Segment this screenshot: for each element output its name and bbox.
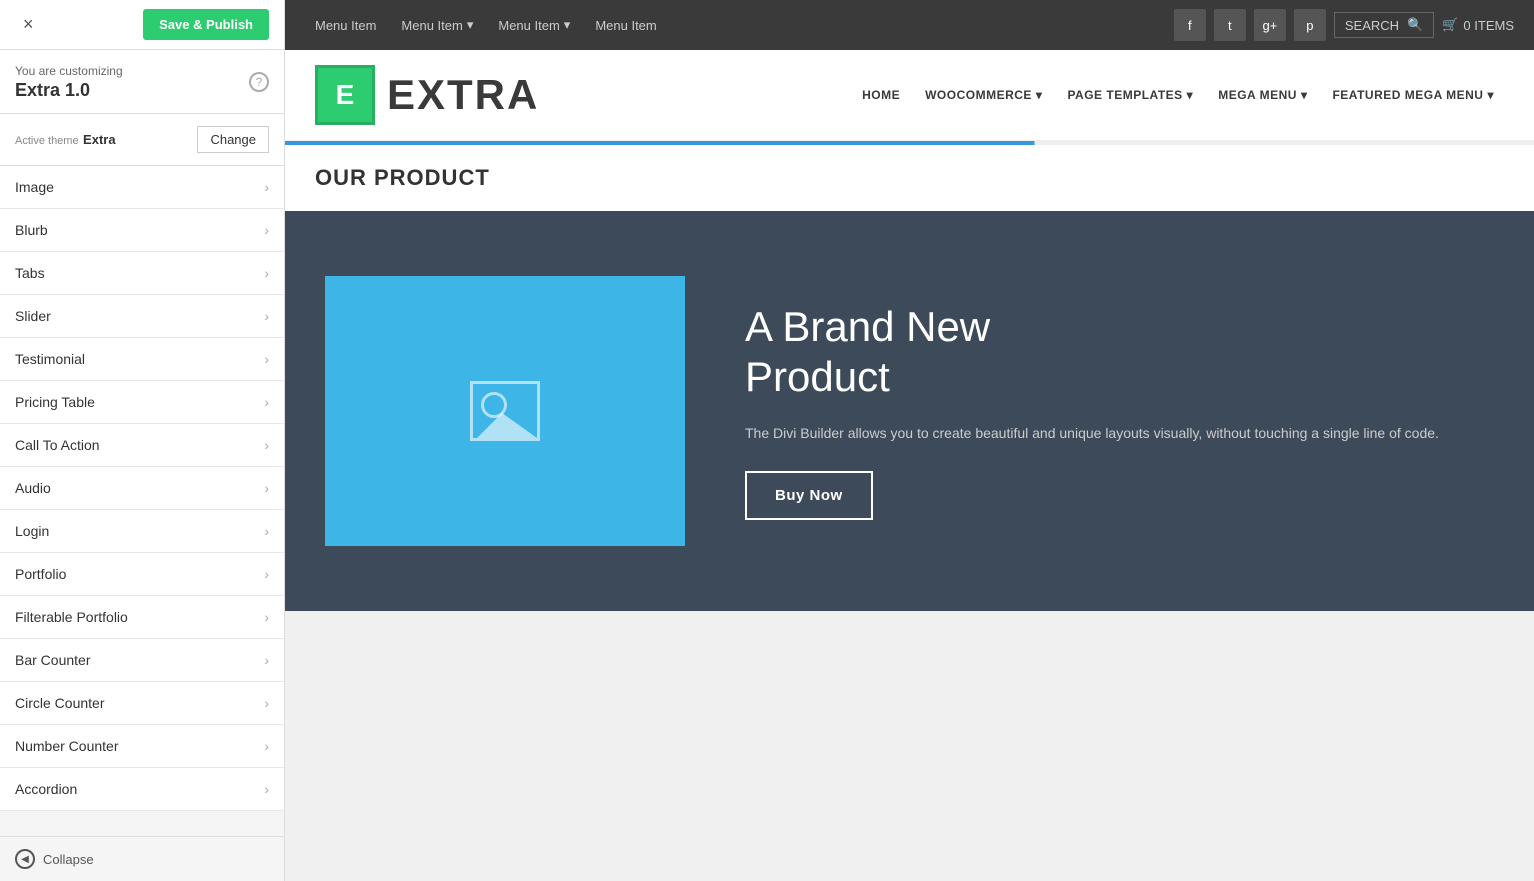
twitter-icon[interactable]: t: [1214, 9, 1246, 41]
main-nav-home[interactable]: HOME: [852, 83, 910, 107]
cart-label: 0 ITEMS: [1463, 18, 1514, 33]
sidebar-item-testimonial[interactable]: Testimonial›: [0, 338, 284, 381]
top-nav-right: f t g+ p SEARCH 🔍 🛒 0 ITEMS: [1174, 9, 1514, 41]
chevron-icon: ›: [264, 265, 269, 281]
logo-letter: E: [336, 79, 355, 111]
sidebar-item-blurb[interactable]: Blurb›: [0, 209, 284, 252]
logo-icon: E: [315, 65, 375, 125]
active-theme-value: Extra: [83, 132, 116, 147]
customizing-section: You are customizing Extra 1.0 ?: [0, 50, 284, 114]
product-description: The Divi Builder allows you to create be…: [745, 422, 1439, 446]
facebook-icon[interactable]: f: [1174, 9, 1206, 41]
chevron-icon: ›: [264, 351, 269, 367]
main-nav-featured-mega-menu[interactable]: FEATURED MEGA MENU ▾: [1322, 83, 1504, 107]
customizing-label: You are customizing: [15, 64, 123, 78]
sidebar-item-filterable-portfolio[interactable]: Filterable Portfolio›: [0, 596, 284, 639]
active-theme-section: Active theme Extra Change: [0, 114, 284, 166]
main-content: Menu Item Menu Item ▾ Menu Item ▾ Menu I…: [285, 0, 1534, 881]
sidebar-item-pricing-table[interactable]: Pricing Table›: [0, 381, 284, 424]
mountain-icon: [477, 413, 537, 438]
product-section: A Brand New Product The Divi Builder all…: [285, 211, 1534, 611]
dropdown-icon: ▾: [467, 17, 474, 33]
sidebar-item-call-to-action[interactable]: Call To Action›: [0, 424, 284, 467]
chevron-icon: ›: [264, 652, 269, 668]
sidebar: × Save & Publish You are customizing Ext…: [0, 0, 285, 881]
nav-item-menu1[interactable]: Menu Item: [305, 13, 386, 38]
product-image-placeholder: [325, 276, 685, 546]
sidebar-item-bar-counter[interactable]: Bar Counter›: [0, 639, 284, 682]
chevron-icon: ›: [264, 308, 269, 324]
main-nav-mega-menu[interactable]: MEGA MENU ▾: [1208, 83, 1317, 107]
sidebar-item-login[interactable]: Login›: [0, 510, 284, 553]
image-placeholder-icon: [470, 381, 540, 441]
woo-dropdown-icon: ▾: [1036, 88, 1043, 102]
main-nav-woocommerce[interactable]: WOOCOMMERCE ▾: [915, 83, 1052, 107]
search-bar[interactable]: SEARCH 🔍: [1334, 12, 1434, 38]
googleplus-icon[interactable]: g+: [1254, 9, 1286, 41]
chevron-icon: ›: [264, 695, 269, 711]
brand-nav: E EXTRA HOME WOOCOMMERCE ▾ PAGE TEMPLATE…: [285, 50, 1534, 141]
collapse-label: Collapse: [43, 852, 94, 867]
close-button[interactable]: ×: [15, 10, 42, 39]
product-title: A Brand New Product: [745, 302, 1439, 403]
nav-item-menu4[interactable]: Menu Item: [585, 13, 666, 38]
chevron-icon: ›: [264, 566, 269, 582]
active-theme-label: Active theme: [15, 135, 79, 147]
help-icon[interactable]: ?: [249, 72, 269, 92]
search-text: SEARCH: [1345, 18, 1399, 33]
chevron-icon: ›: [264, 480, 269, 496]
pinterest-icon[interactable]: p: [1294, 9, 1326, 41]
nav-item-menu2[interactable]: Menu Item ▾: [391, 12, 483, 38]
theme-name: Extra 1.0: [15, 80, 123, 101]
cart-icon: 🛒: [1442, 17, 1458, 33]
chevron-icon: ›: [264, 179, 269, 195]
brand-name: EXTRA: [387, 71, 539, 119]
product-header-title: OUR PRODUCT: [315, 165, 1504, 191]
search-icon: 🔍: [1407, 17, 1423, 33]
main-nav: HOME WOOCOMMERCE ▾ PAGE TEMPLATES ▾ MEGA…: [852, 83, 1504, 107]
chevron-icon: ›: [264, 222, 269, 238]
sidebar-item-image[interactable]: Image›: [0, 166, 284, 209]
sidebar-item-tabs[interactable]: Tabs›: [0, 252, 284, 295]
product-header: OUR PRODUCT: [285, 145, 1534, 211]
chevron-icon: ›: [264, 437, 269, 453]
brand-logo[interactable]: E EXTRA: [315, 65, 539, 125]
sidebar-item-slider[interactable]: Slider›: [0, 295, 284, 338]
buy-now-button[interactable]: Buy Now: [745, 471, 873, 520]
sidebar-item-portfolio[interactable]: Portfolio›: [0, 553, 284, 596]
chevron-icon: ›: [264, 738, 269, 754]
chevron-icon: ›: [264, 609, 269, 625]
sidebar-item-accordion[interactable]: Accordion›: [0, 768, 284, 811]
sidebar-footer[interactable]: ◀ Collapse: [0, 836, 284, 881]
pt-dropdown-icon: ▾: [1187, 88, 1194, 102]
cart-button[interactable]: 🛒 0 ITEMS: [1442, 17, 1514, 33]
sidebar-menu: Image›Blurb›Tabs›Slider›Testimonial›Pric…: [0, 166, 284, 836]
collapse-icon: ◀: [15, 849, 35, 869]
change-theme-button[interactable]: Change: [197, 126, 269, 153]
main-nav-page-templates[interactable]: PAGE TEMPLATES ▾: [1057, 83, 1203, 107]
top-nav: Menu Item Menu Item ▾ Menu Item ▾ Menu I…: [285, 0, 1534, 50]
save-publish-button[interactable]: Save & Publish: [143, 9, 269, 40]
chevron-icon: ›: [264, 394, 269, 410]
content-area: OUR PRODUCT A Brand New Product The Divi…: [285, 145, 1534, 881]
nav-item-menu3[interactable]: Menu Item ▾: [488, 12, 580, 38]
chevron-icon: ›: [264, 523, 269, 539]
product-text: A Brand New Product The Divi Builder all…: [745, 302, 1439, 521]
chevron-icon: ›: [264, 781, 269, 797]
sidebar-header: × Save & Publish: [0, 0, 284, 50]
sidebar-item-circle-counter[interactable]: Circle Counter›: [0, 682, 284, 725]
sidebar-item-number-counter[interactable]: Number Counter›: [0, 725, 284, 768]
dropdown-icon2: ▾: [564, 17, 571, 33]
mm-dropdown-icon: ▾: [1301, 88, 1308, 102]
fmm-dropdown-icon: ▾: [1487, 88, 1494, 102]
sidebar-item-audio[interactable]: Audio›: [0, 467, 284, 510]
